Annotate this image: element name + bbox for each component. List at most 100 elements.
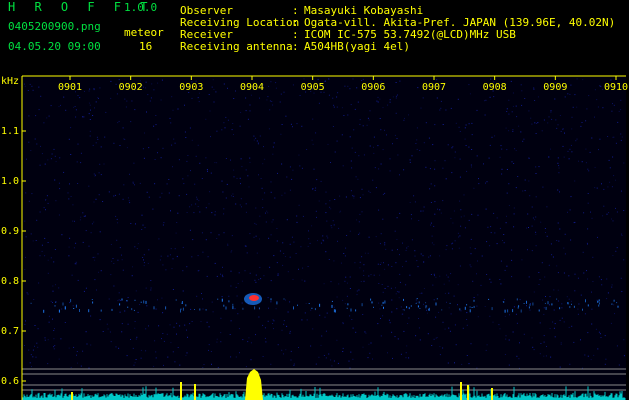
noise-speck (389, 101, 391, 103)
noise-speck (432, 284, 434, 286)
noise-speck (63, 171, 65, 173)
echo-speck (314, 308, 316, 311)
noise-speck (328, 94, 330, 96)
noise-speck (92, 115, 94, 116)
noise-speck (270, 181, 272, 183)
noise-speck (121, 254, 122, 256)
noise-speck (221, 180, 223, 182)
noise-speck (241, 302, 243, 304)
noise-speck (454, 157, 456, 159)
noise-speck (512, 130, 514, 132)
noise-speck (465, 124, 467, 126)
noise-speck (535, 216, 537, 218)
noise-speck (503, 234, 505, 235)
noise-speck (384, 192, 386, 194)
noise-speck (323, 283, 325, 285)
noise-speck (50, 158, 52, 160)
noise-speck (423, 142, 425, 144)
noise-speck (89, 88, 91, 90)
noise-speck (448, 280, 450, 282)
noise-speck (287, 311, 289, 313)
noise-speck (146, 111, 147, 113)
noise-speck (281, 329, 283, 331)
noise-speck (215, 91, 217, 93)
time-label: 0907 (422, 82, 446, 93)
noise-speck (235, 356, 237, 358)
noise-speck (130, 223, 132, 224)
noise-speck (552, 321, 554, 323)
echo-speck (551, 303, 553, 306)
noise-speck (596, 99, 598, 101)
noise-speck (569, 209, 571, 211)
noise-speck (541, 262, 543, 264)
echo-speck (441, 309, 443, 311)
noise-speck (108, 298, 110, 300)
noise-speck (576, 106, 578, 108)
noise-speck (75, 242, 77, 244)
echo-speck (331, 300, 333, 302)
noise-speck (454, 324, 456, 326)
noise-speck (143, 86, 144, 88)
noise-speck (554, 98, 556, 100)
noise-speck (205, 207, 207, 209)
echo-speck (308, 303, 310, 304)
noise-speck (556, 127, 558, 129)
noise-speck (358, 233, 360, 235)
noise-speck (132, 266, 133, 268)
noise-speck (574, 221, 576, 223)
noise-speck (143, 157, 145, 159)
noise-speck (96, 289, 97, 291)
noise-speck (445, 249, 447, 251)
noise-speck (232, 196, 234, 197)
noise-speck (548, 156, 550, 158)
noise-speck (434, 160, 436, 162)
noise-speck (594, 166, 596, 168)
noise-speck (531, 123, 533, 125)
noise-speck (399, 273, 401, 275)
noise-speck (330, 208, 332, 210)
noise-speck (607, 136, 609, 137)
noise-speck (402, 266, 403, 268)
noise-speck (122, 198, 124, 200)
noise-speck (289, 189, 291, 191)
echo-speck (259, 307, 260, 310)
noise-speck (392, 143, 393, 145)
noise-speck (153, 89, 155, 91)
noise-speck (361, 188, 363, 190)
echo-speck (573, 305, 575, 308)
noise-speck (455, 344, 457, 346)
noise-speck (52, 302, 53, 303)
echo-speck (538, 309, 540, 312)
noise-speck (37, 346, 39, 348)
noise-speck (105, 111, 107, 113)
noise-speck (553, 309, 555, 311)
noise-speck (529, 309, 531, 311)
noise-speck (567, 93, 569, 95)
echo-speck (180, 309, 181, 313)
noise-speck (229, 334, 231, 335)
noise-speck (150, 289, 152, 291)
echo-speck (545, 306, 547, 310)
noise-speck (368, 343, 370, 345)
noise-speck (35, 115, 37, 117)
noise-speck (257, 142, 259, 144)
echo-speck (217, 298, 219, 300)
noise-speck (89, 104, 91, 106)
noise-speck (408, 317, 410, 319)
noise-speck (442, 200, 444, 202)
noise-speck (615, 142, 617, 144)
noise-speck (357, 178, 359, 180)
noise-speck (151, 83, 153, 85)
noise-speck (443, 283, 445, 285)
noise-speck (621, 190, 622, 192)
noise-speck (416, 139, 418, 141)
echo-speck (559, 307, 561, 310)
noise-speck (301, 125, 303, 127)
noise-speck (145, 81, 147, 83)
noise-speck (249, 161, 251, 163)
echo-speck (507, 309, 509, 313)
noise-speck (293, 241, 295, 243)
noise-speck (384, 288, 386, 289)
noise-speck (140, 357, 142, 359)
noise-speck (52, 290, 54, 292)
